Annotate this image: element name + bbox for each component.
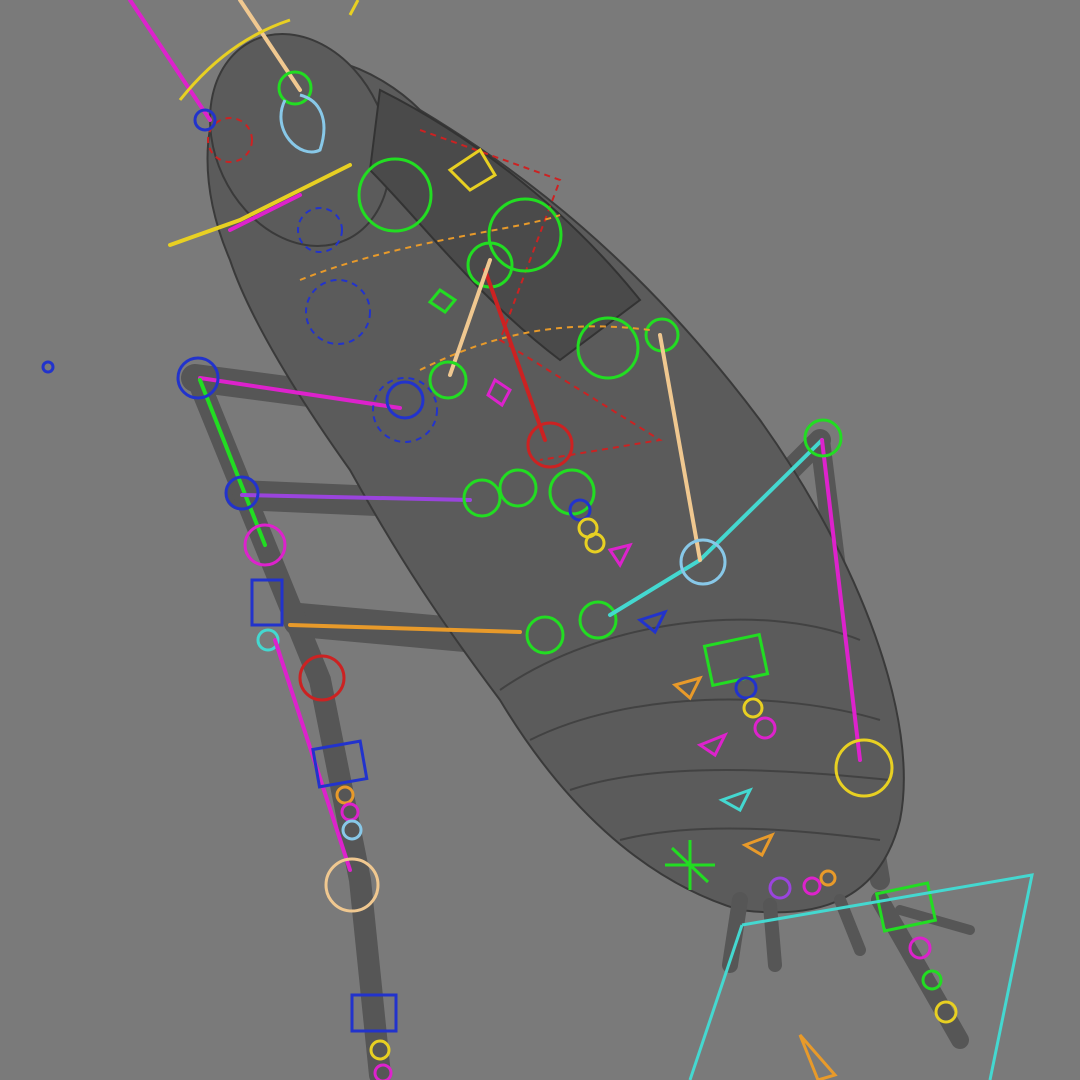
antenna-bone-left[interactable] — [128, 0, 212, 122]
3d-viewport[interactable] — [0, 0, 1080, 1080]
viewport-scene[interactable] — [0, 0, 1080, 1080]
front-tibia-bone[interactable] — [198, 378, 267, 547]
orange-cone-icon[interactable] — [798, 1034, 838, 1080]
cercus-mesh — [763, 898, 782, 972]
locator-ctrl[interactable] — [41, 360, 55, 374]
insect-mesh[interactable] — [176, 4, 975, 1080]
antenna-tip — [348, 0, 360, 16]
